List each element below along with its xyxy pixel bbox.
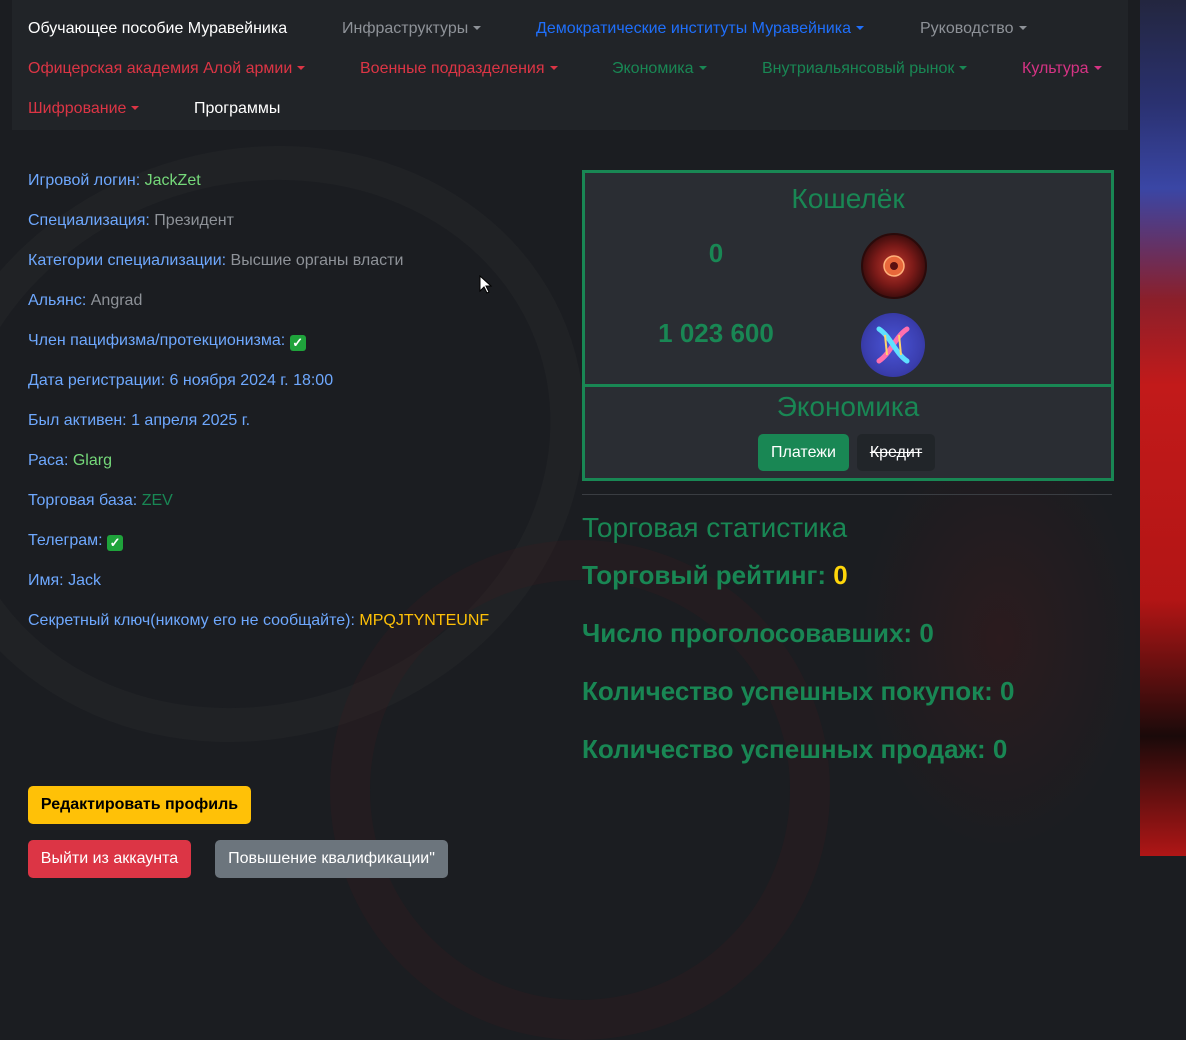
profile-race-row: Раса: Glarg bbox=[28, 452, 112, 470]
active-value: 1 апреля 2025 г. bbox=[131, 412, 251, 429]
chevron-down-icon bbox=[131, 106, 140, 110]
login-value: JackZet bbox=[144, 172, 201, 189]
logout-button[interactable]: Выйти из аккаунта bbox=[28, 840, 191, 878]
profile-label: Имя: bbox=[28, 572, 64, 589]
profile-label: Альянс: bbox=[28, 292, 87, 309]
background-flag bbox=[1140, 0, 1186, 856]
alliance-value: Angrad bbox=[90, 292, 143, 309]
chevron-down-icon bbox=[698, 66, 707, 70]
purchases-count: Количество успешных покупок: 0 bbox=[582, 676, 1015, 706]
nav-culture[interactable]: Культура bbox=[1022, 60, 1102, 78]
registration-value: 6 ноября 2024 г. 18:00 bbox=[169, 372, 334, 389]
wallet-amount: 1 023 600 bbox=[658, 318, 774, 348]
profile-label: Телеграм: bbox=[28, 532, 103, 549]
economy-title: Экономика bbox=[776, 391, 920, 422]
divider bbox=[582, 494, 1112, 495]
profile-label: Секретный ключ(никому его не сообщайте): bbox=[28, 612, 355, 629]
nav-officer-academy[interactable]: Офицерская академия Алой армии bbox=[28, 60, 306, 78]
nav-leadership[interactable]: Руководство bbox=[920, 20, 1027, 38]
trade-rating-label: Торговый рейтинг: bbox=[582, 560, 827, 590]
nav-internal-market[interactable]: Внутриальянсовый рынок bbox=[762, 60, 968, 78]
nav-programs[interactable]: Программы bbox=[194, 100, 280, 118]
profile-secret-row: Секретный ключ(никому его не сообщайте):… bbox=[28, 612, 489, 630]
profile-label: Раса: bbox=[28, 452, 69, 469]
checkmark-icon: ✓ bbox=[107, 535, 124, 551]
name-value: Jack bbox=[68, 572, 101, 589]
chevron-down-icon bbox=[959, 66, 968, 70]
race-value: Glarg bbox=[72, 452, 112, 469]
profile-trade-base-row: Торговая база: ZEV bbox=[28, 492, 173, 510]
spec-category-value: Высшие органы власти bbox=[230, 252, 404, 269]
profile-spec-category-row: Категории специализации: Высшие органы в… bbox=[28, 252, 403, 270]
payments-button[interactable]: Платежи bbox=[758, 434, 849, 471]
profile-registration-row: Дата регистрации: 6 ноября 2024 г. 18:00 bbox=[28, 372, 333, 390]
profile-pacifism-row: Член пацифизма/протекционизма: ✓ bbox=[28, 332, 306, 351]
nav-economy[interactable]: Экономика bbox=[612, 60, 707, 78]
trade-rating-value: 0 bbox=[833, 560, 848, 590]
trade-base-value: ZEV bbox=[141, 492, 173, 509]
profile-login-row: Игровой логин: JackZet bbox=[28, 172, 201, 190]
profile-spec-row: Специализация: Президент bbox=[28, 212, 234, 230]
chevron-down-icon bbox=[297, 66, 306, 70]
voters-count: Число проголосовавших: 0 bbox=[582, 618, 934, 648]
profile-label: Игровой логин: bbox=[28, 172, 141, 189]
profile-label: Специализация: bbox=[28, 212, 150, 229]
edit-profile-button[interactable]: Редактировать профиль bbox=[28, 786, 251, 824]
red-coin-icon bbox=[861, 233, 927, 299]
chevron-down-icon bbox=[549, 66, 558, 70]
profile-label: Категории специализации: bbox=[28, 252, 227, 269]
chevron-down-icon bbox=[1093, 66, 1102, 70]
navbar-brand[interactable]: Обучающее пособие Муравейника bbox=[28, 20, 287, 38]
chevron-down-icon bbox=[473, 26, 482, 30]
dna-coin-icon bbox=[861, 313, 925, 377]
profile-name-row: Имя: Jack bbox=[28, 572, 101, 590]
profile-alliance-row: Альянс: Angrad bbox=[28, 292, 142, 310]
wallet-amount: 0 bbox=[708, 238, 724, 268]
checkmark-icon: ✓ bbox=[289, 335, 306, 351]
secret-key-value: MPQJTYNTEUNF bbox=[359, 612, 490, 629]
profile-label: Член пацифизма/протекционизма: bbox=[28, 332, 286, 349]
nav-democratic-institutes[interactable]: Демократические институты Муравейника bbox=[536, 20, 864, 38]
credit-button[interactable]: Кредит bbox=[857, 434, 935, 471]
qualification-button[interactable]: Повышение квалификации" bbox=[215, 840, 448, 878]
wallet-card: Кошелёк 0 1 023 600 bbox=[582, 170, 1114, 387]
chevron-down-icon bbox=[855, 26, 864, 30]
chevron-down-icon bbox=[1018, 26, 1027, 30]
profile-label: Торговая база: bbox=[28, 492, 138, 509]
profile-telegram-row: Телеграм: ✓ bbox=[28, 532, 124, 551]
profile-active-row: Был активен: 1 апреля 2025 г. bbox=[28, 412, 250, 430]
wallet-title: Кошелёк bbox=[791, 183, 905, 214]
nav-military-units[interactable]: Военные подразделения bbox=[360, 60, 558, 78]
spec-value: Президент bbox=[154, 212, 234, 229]
trade-stats-title: Торговая статистика bbox=[582, 512, 848, 543]
navbar: Обучающее пособие Муравейника Инфраструк… bbox=[12, 0, 1128, 130]
sales-count: Количество успешных продаж: 0 bbox=[582, 734, 1008, 764]
profile-label: Был активен: bbox=[28, 412, 127, 429]
mouse-cursor-icon bbox=[479, 275, 493, 294]
economy-card: Экономика Платежи Кредит bbox=[582, 384, 1114, 481]
nav-encryption[interactable]: Шифрование bbox=[28, 100, 140, 118]
trade-rating: Торговый рейтинг: 0 bbox=[582, 560, 848, 591]
profile-label: Дата регистрации: bbox=[28, 372, 166, 389]
nav-infrastructure[interactable]: Инфраструктуры bbox=[342, 20, 482, 38]
